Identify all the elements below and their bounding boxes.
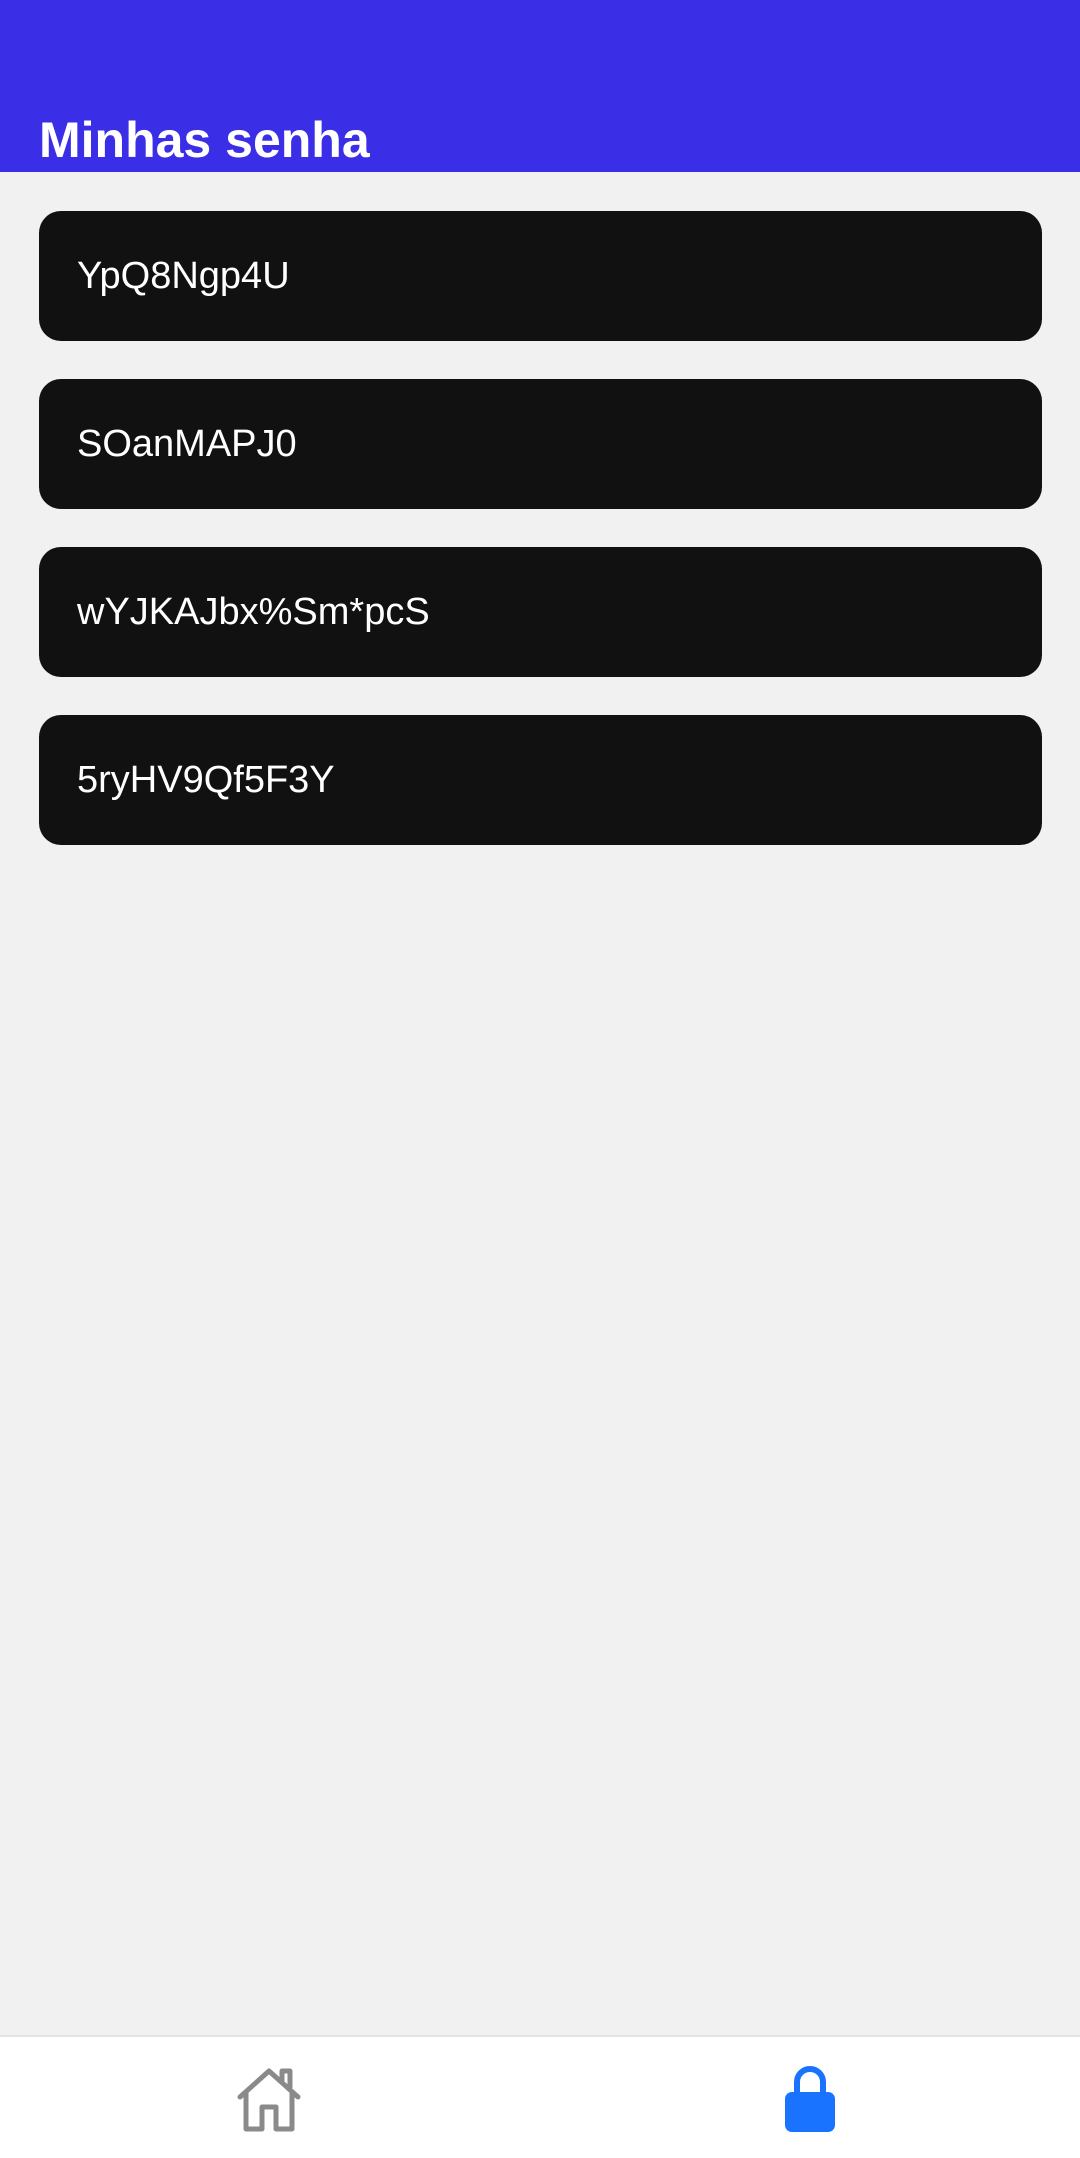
password-item[interactable]: YpQ8Ngp4U: [39, 211, 1042, 341]
password-item[interactable]: SOanMAPJ0: [39, 379, 1042, 509]
app-header: Minhas senha: [0, 0, 1080, 172]
password-text: 5ryHV9Qf5F3Y: [77, 759, 335, 801]
password-item[interactable]: wYJKAJbx%Sm*pcS: [39, 547, 1042, 677]
home-icon: [237, 2068, 301, 2132]
page-title: Minhas senha: [39, 112, 370, 168]
nav-home-button[interactable]: [224, 2054, 314, 2144]
password-list: YpQ8Ngp4U SOanMAPJ0 wYJKAJbx%Sm*pcS 5ryH…: [39, 211, 1042, 883]
password-text: wYJKAJbx%Sm*pcS: [77, 591, 430, 633]
password-text: YpQ8Ngp4U: [77, 255, 290, 297]
screen: Minhas senha YpQ8Ngp4U SOanMAPJ0 wYJKAJb…: [0, 0, 1080, 2158]
password-text: SOanMAPJ0: [77, 423, 297, 465]
nav-passwords-button[interactable]: [765, 2054, 855, 2144]
lock-icon: [785, 2066, 835, 2132]
bottom-navigation: [0, 2035, 1080, 2158]
password-item[interactable]: 5ryHV9Qf5F3Y: [39, 715, 1042, 845]
